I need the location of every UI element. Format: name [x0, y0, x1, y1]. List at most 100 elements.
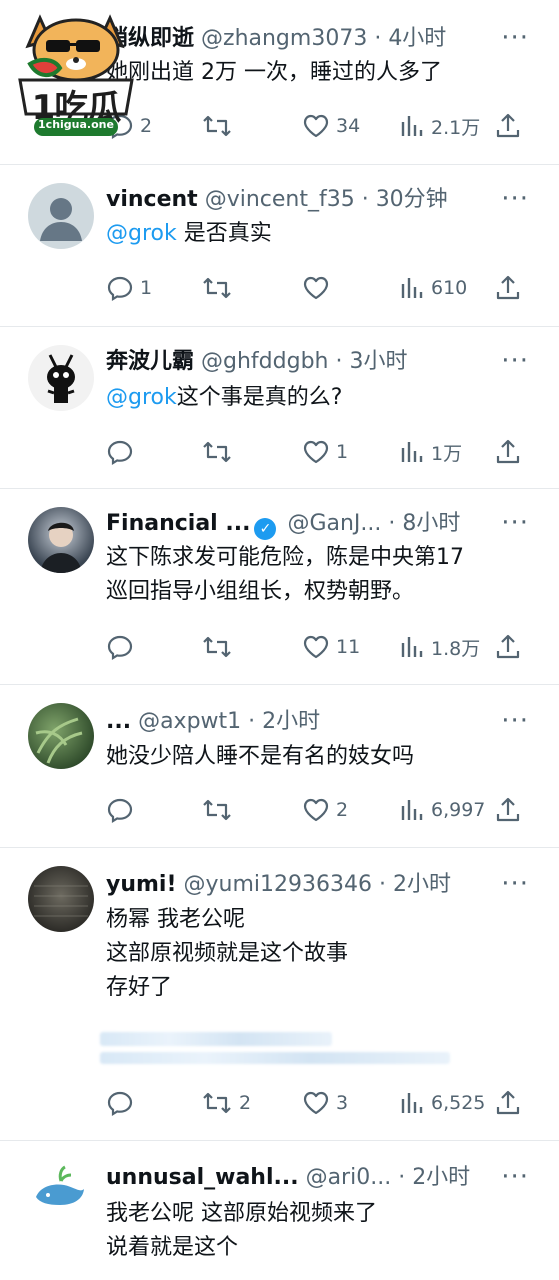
reply-icon — [107, 798, 133, 823]
author-name[interactable]: Financial ... — [106, 511, 250, 536]
views-button[interactable]: 1.8万 — [399, 632, 480, 662]
avatar[interactable] — [28, 1159, 94, 1225]
author-handle[interactable]: @ghfddgbh — [201, 349, 328, 374]
share-button[interactable] — [494, 632, 522, 662]
author-handle[interactable]: @axpwt1 — [138, 709, 241, 734]
tweet-item[interactable]: unnusal_wahl... @ari0... · 2小时 ··· 我老公呢 … — [0, 1141, 559, 1280]
avatar[interactable] — [28, 866, 94, 932]
like-button[interactable]: 2 — [302, 795, 348, 825]
reply-button[interactable] — [106, 795, 140, 825]
retweet-icon — [203, 115, 231, 137]
author-handle[interactable]: @zhangm3073 — [201, 26, 367, 51]
reply-button[interactable] — [106, 632, 140, 662]
tweet-text-line: 杨幂 我老公呢 — [106, 907, 245, 932]
tweet-time[interactable]: · 3小时 — [335, 349, 407, 374]
tweet-header: yumi! @yumi12936346 · 2小时 — [106, 870, 499, 900]
reply-icon — [107, 440, 133, 465]
tweet-text: @grok这个事是真的么? — [106, 381, 539, 415]
views-button[interactable]: 610 — [399, 273, 467, 303]
retweet-button[interactable] — [201, 795, 239, 825]
author-name[interactable]: unnusal_wahl... — [106, 1165, 299, 1190]
author-handle[interactable]: @yumi12936346 — [184, 872, 372, 897]
more-icon[interactable]: ··· — [501, 25, 529, 51]
share-icon — [496, 1090, 520, 1115]
avatar[interactable] — [28, 183, 94, 249]
whale-avatar-image — [36, 1165, 84, 1205]
more-icon[interactable]: ··· — [501, 348, 529, 374]
share-button[interactable] — [494, 795, 522, 825]
tweet-time[interactable]: · 30分钟 — [362, 187, 448, 212]
tweet-item[interactable]: yumi! @yumi12936346 · 2小时 ··· 杨幂 我老公呢 这部… — [0, 848, 559, 1141]
author-name[interactable]: vincent — [106, 187, 198, 212]
tweet-time[interactable]: · 2小时 — [398, 1165, 470, 1190]
views-chart-icon — [401, 1093, 423, 1113]
author-handle[interactable]: @ari0... — [306, 1165, 392, 1190]
site-logo: 1吃瓜 1chigua.one — [10, 0, 142, 140]
tweet-text-line: 这部原视频就是这个故事 — [106, 941, 349, 966]
author-handle[interactable]: @vincent_f35 — [205, 187, 355, 212]
avatar[interactable] — [28, 507, 94, 573]
tweet-time[interactable]: · 8小时 — [388, 511, 460, 536]
retweet-button[interactable]: 2 — [201, 1088, 251, 1118]
author-handle[interactable]: @GanJ... — [287, 511, 381, 536]
share-button[interactable] — [494, 1088, 522, 1118]
reply-button[interactable] — [106, 1088, 140, 1118]
tweet-text-line: 我老公呢 这部原始视频来了 — [106, 1201, 377, 1226]
mention-link[interactable]: @grok — [106, 221, 177, 246]
more-icon[interactable]: ··· — [501, 186, 529, 212]
tweet-time[interactable]: · 2小时 — [379, 872, 451, 897]
tweet-item[interactable]: 奔波儿霸 @ghfddgbh · 3小时 ··· @grok这个事是真的么? 1… — [0, 327, 559, 489]
blurred-link[interactable] — [100, 1032, 332, 1046]
like-button[interactable]: 1 — [302, 437, 348, 467]
tweet-header: vincent @vincent_f35 · 30分钟 — [106, 185, 499, 215]
retweet-button[interactable] — [201, 111, 239, 141]
tweet-actions: 2 34 2.1万 — [106, 111, 539, 141]
bug-avatar-image — [47, 354, 75, 403]
like-button[interactable]: 3 — [302, 1088, 348, 1118]
tweet-header: Financial ... ✓ @GanJ... · 8小时 — [106, 509, 499, 540]
heart-icon — [303, 440, 329, 464]
avatar[interactable] — [28, 345, 94, 411]
share-button[interactable] — [494, 111, 522, 141]
share-button[interactable] — [494, 273, 522, 303]
tweet-item[interactable]: Financial ... ✓ @GanJ... · 8小时 ··· 这下陈求发可… — [0, 489, 559, 685]
avatar[interactable] — [28, 703, 94, 769]
views-button[interactable]: 2.1万 — [399, 111, 480, 141]
tweet-text: 她刚出道 2万 一次，睡过的人多了 — [106, 56, 539, 90]
views-button[interactable]: 6,525 — [399, 1088, 485, 1118]
more-icon[interactable]: ··· — [501, 871, 529, 897]
tweet-text: 我老公呢 这部原始视频来了 说着就是这个 — [106, 1197, 539, 1265]
tweet-text: 这下陈求发可能危险，陈是中央第17 巡回指导小组组长，权势朝野。 — [106, 541, 539, 609]
author-name[interactable]: 奔波儿霸 — [106, 349, 194, 374]
like-button[interactable]: 11 — [302, 632, 360, 662]
more-icon[interactable]: ··· — [501, 510, 529, 536]
mention-link[interactable]: @grok — [106, 385, 177, 410]
views-button[interactable]: 6,997 — [399, 795, 485, 825]
like-button[interactable] — [302, 273, 336, 303]
tweet-item[interactable]: vincent @vincent_f35 · 30分钟 ··· @grok 是否… — [0, 165, 559, 327]
heart-icon — [303, 1091, 329, 1115]
author-name[interactable]: ... — [106, 709, 131, 734]
retweet-button[interactable] — [201, 437, 239, 467]
share-button[interactable] — [494, 437, 522, 467]
retweet-button[interactable] — [201, 632, 239, 662]
more-icon[interactable]: ··· — [501, 1164, 529, 1190]
author-name[interactable]: yumi! — [106, 872, 177, 897]
reply-button[interactable]: 1 — [106, 273, 152, 303]
views-button[interactable]: 1万 — [399, 437, 462, 467]
like-button[interactable]: 34 — [302, 111, 360, 141]
more-icon[interactable]: ··· — [501, 708, 529, 734]
retweet-button[interactable] — [201, 273, 239, 303]
like-count: 2 — [336, 799, 349, 821]
like-count: 34 — [336, 115, 361, 137]
tweet-time[interactable]: · 2小时 — [248, 709, 320, 734]
retweet-icon — [203, 277, 231, 299]
blurred-link[interactable] — [100, 1052, 450, 1064]
reply-button[interactable] — [106, 437, 140, 467]
tweet-item[interactable]: ... @axpwt1 · 2小时 ··· 她没少陪人睡不是有名的妓女吗 2 6… — [0, 685, 559, 848]
share-icon — [496, 275, 520, 300]
tweet-time[interactable]: · 4小时 — [374, 26, 446, 51]
views-count: 6,525 — [431, 1092, 486, 1114]
views-count: 1.8万 — [431, 637, 481, 660]
retweet-icon — [203, 799, 231, 821]
